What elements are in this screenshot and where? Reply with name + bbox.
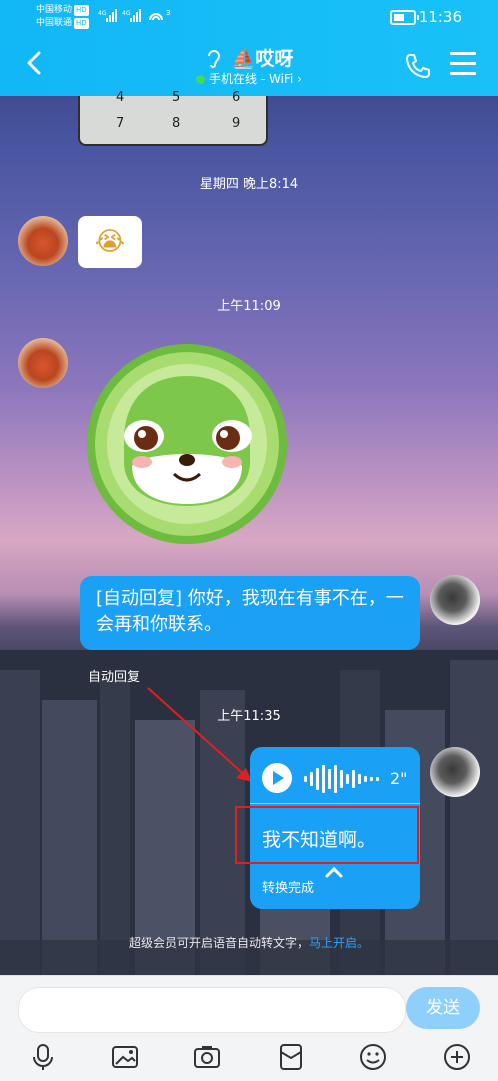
signal-icon: 4G 4G 3	[98, 9, 170, 22]
vip-tip: 超级会员可开启语音自动转文字，马上开启。	[128, 936, 370, 950]
keypad-key: 5	[172, 90, 181, 105]
carrier-1: 中国移动 HD	[36, 5, 89, 16]
toolbar	[0, 1038, 498, 1078]
avatar[interactable]	[430, 747, 480, 797]
send-button[interactable]: 发送	[406, 987, 480, 1029]
chevron-right-icon: ›	[297, 72, 302, 86]
divider	[250, 803, 420, 804]
enable-link[interactable]: 马上开启。	[309, 936, 369, 950]
voice-duration: 2"	[390, 769, 408, 788]
svg-text:3: 3	[166, 9, 170, 17]
autoreply-message[interactable]: [自动回复] 你好，我现在有事不在，一会再和你联系。	[80, 576, 420, 650]
message-input[interactable]	[18, 987, 406, 1033]
annotation-label: 自动回复	[88, 670, 141, 685]
keypad-key: 6	[232, 90, 241, 105]
battery-icon	[390, 10, 419, 25]
play-icon[interactable]	[262, 763, 292, 793]
voice-waveform-icon	[304, 765, 379, 793]
keypad-key: 7	[116, 116, 125, 131]
camera-icon[interactable]	[192, 1042, 222, 1072]
input-bar: 发送	[0, 975, 498, 1081]
carrier-2: 中国联通 HD	[36, 18, 89, 29]
chevron-up-icon[interactable]	[324, 865, 344, 879]
emoji-icon[interactable]	[358, 1042, 388, 1072]
keypad-key: 9	[232, 116, 241, 131]
svg-text:4G: 4G	[98, 10, 107, 17]
microphone-icon[interactable]	[28, 1042, 58, 1072]
phone-call-icon[interactable]	[404, 52, 432, 80]
chat-header: 中国移动 HD 中国联通 HD 4G 4G 3 11:36 ⛵哎呀 手机在线 - W…	[0, 0, 498, 96]
timestamp: 星期四 晚上8:14	[199, 177, 299, 192]
page-title: ⛵哎呀	[231, 48, 294, 70]
cabbage-dog-sticker[interactable]	[82, 340, 292, 546]
emoji-message[interactable]: 😭	[78, 216, 142, 268]
keypad-key: 4	[116, 90, 125, 105]
image-icon[interactable]	[110, 1042, 140, 1072]
svg-text:4G: 4G	[122, 10, 131, 17]
avatar[interactable]	[430, 575, 480, 625]
ear-icon	[207, 50, 220, 68]
timestamp: 上午11:35	[217, 709, 281, 724]
plus-icon[interactable]	[442, 1042, 472, 1072]
conversion-status: 转换完成	[262, 881, 315, 896]
menu-icon[interactable]	[450, 52, 476, 76]
crying-emoji-icon: 😭	[94, 227, 126, 257]
red-packet-icon[interactable]	[276, 1042, 306, 1072]
avatar[interactable]	[18, 338, 68, 388]
timestamp: 上午11:09	[217, 299, 281, 314]
online-dot-icon	[196, 75, 206, 84]
annotation-highlight-box	[235, 806, 419, 864]
status-bar: 中国移动 HD 中国联通 HD 4G 4G 3 11:36	[0, 0, 498, 34]
avatar[interactable]	[18, 216, 68, 266]
status-time: 11:36	[418, 8, 462, 26]
keypad-image-fragment[interactable]: 4 5 6 7 8 9	[78, 90, 268, 146]
keypad-key: 8	[172, 116, 181, 131]
